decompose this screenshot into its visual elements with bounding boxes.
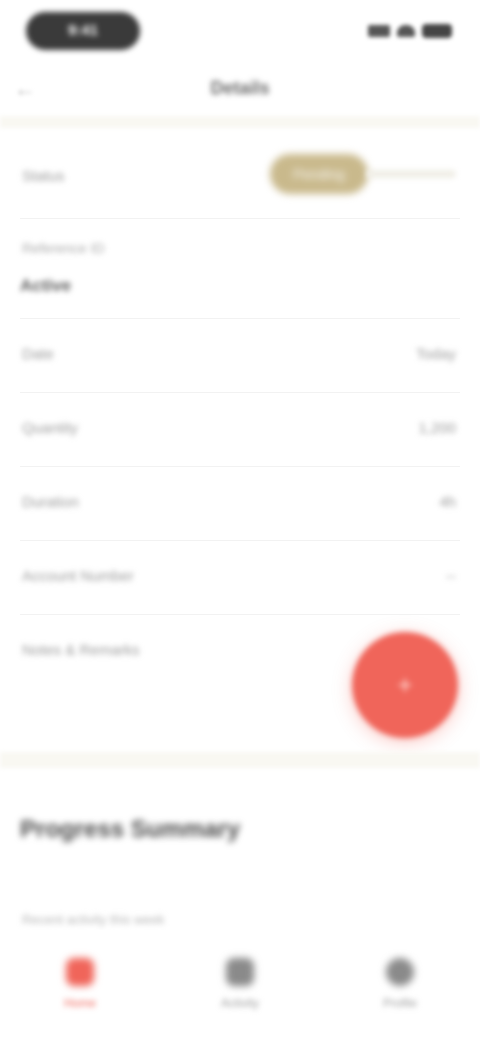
chart-icon bbox=[226, 958, 254, 986]
detail-row-duration[interactable]: Duration 4h bbox=[0, 468, 480, 540]
row-value: -- bbox=[446, 568, 456, 585]
wifi-icon bbox=[397, 25, 415, 37]
tab-label: Activity bbox=[220, 996, 259, 1010]
status-icons bbox=[368, 22, 452, 40]
row-value: 1,200 bbox=[418, 420, 456, 437]
tab-activity[interactable]: Activity bbox=[180, 958, 300, 1028]
row-divider bbox=[20, 614, 460, 615]
row-value: 4h bbox=[439, 494, 456, 511]
plus-icon: + bbox=[397, 669, 413, 700]
tab-label: Profile bbox=[382, 996, 417, 1010]
row-label: Duration bbox=[22, 494, 79, 511]
row-divider bbox=[20, 318, 460, 319]
status-bar: 9:41 bbox=[0, 0, 480, 62]
row-label: Notes & Remarks bbox=[22, 642, 140, 659]
tab-home[interactable]: Home bbox=[20, 958, 140, 1028]
status-label: Status bbox=[22, 168, 65, 185]
row-divider bbox=[20, 540, 460, 541]
detail-row-account[interactable]: Account Number -- bbox=[0, 542, 480, 614]
user-icon bbox=[386, 958, 414, 986]
home-icon bbox=[66, 958, 94, 986]
row-label: Date bbox=[22, 346, 54, 363]
status-track bbox=[366, 170, 456, 178]
tab-bar: Home Activity Profile bbox=[0, 930, 480, 1040]
row-label: Quantity bbox=[22, 420, 78, 437]
row-divider bbox=[20, 392, 460, 393]
detail-row-quantity[interactable]: Quantity 1,200 bbox=[0, 394, 480, 466]
section-subtitle: Recent activity this week bbox=[22, 912, 165, 927]
row-value: Today bbox=[415, 346, 456, 363]
section-title: Progress Summary bbox=[20, 816, 241, 843]
info-value: Active bbox=[20, 276, 72, 295]
battery-icon bbox=[422, 24, 452, 38]
detail-row-date[interactable]: Date Today bbox=[0, 320, 480, 392]
navigation-bar: ← Details bbox=[0, 62, 480, 116]
row-divider bbox=[20, 466, 460, 467]
add-button[interactable]: + bbox=[352, 632, 458, 738]
header-divider bbox=[0, 116, 480, 128]
page-title: Details bbox=[210, 78, 270, 98]
tab-label: Home bbox=[63, 996, 96, 1010]
row-divider bbox=[20, 218, 460, 219]
signal-icon bbox=[368, 25, 390, 37]
section-divider bbox=[0, 752, 480, 768]
tab-profile[interactable]: Profile bbox=[340, 958, 460, 1028]
row-label: Account Number bbox=[22, 568, 134, 585]
info-label: Reference ID bbox=[22, 240, 105, 256]
status-time: 9:41 bbox=[26, 12, 140, 50]
status-chip[interactable]: Pending bbox=[270, 154, 368, 194]
